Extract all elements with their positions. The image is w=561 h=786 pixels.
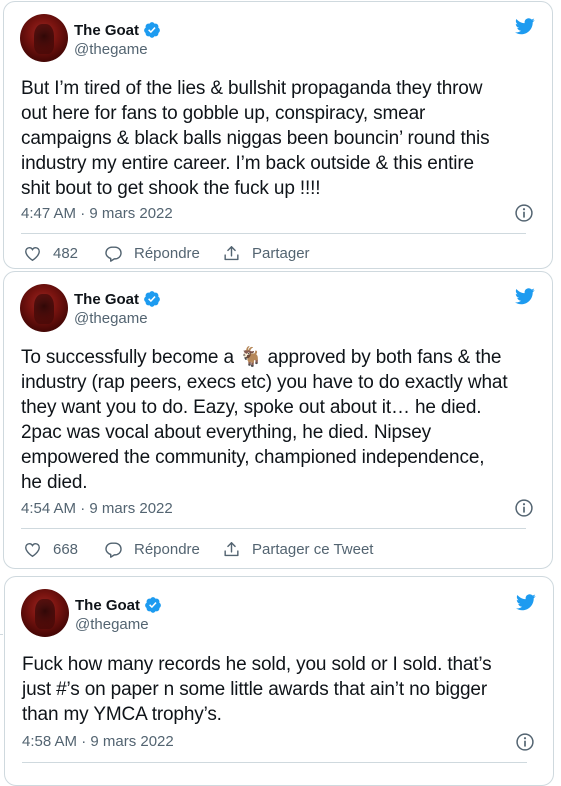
share-label: Partager ce Tweet [252, 541, 374, 558]
info-icon[interactable] [514, 203, 534, 223]
author-name[interactable]: The Goat [74, 21, 161, 39]
author-name-text: The Goat [74, 21, 140, 39]
divider [21, 233, 526, 234]
info-icon[interactable] [514, 498, 534, 518]
avatar[interactable] [20, 284, 68, 332]
reply-label: Répondre [134, 245, 200, 262]
edge-line [0, 634, 3, 635]
heart-icon [25, 247, 40, 262]
heart-icon [25, 543, 40, 558]
like-button[interactable]: 668 [23, 540, 78, 559]
like-count: 668 [53, 541, 79, 558]
reply-label: Répondre [134, 541, 200, 558]
author-name[interactable]: The Goat [74, 290, 161, 308]
verified-badge-icon [144, 291, 160, 307]
author-name[interactable]: The Goat [75, 596, 162, 614]
tweet-text-part: approved by both fans & the industry (ra… [21, 347, 508, 493]
tweet-timestamp[interactable]: 4:58 AM · 9 mars 2022 [22, 733, 174, 750]
author-name-text: The Goat [74, 290, 140, 308]
twitter-bird-icon[interactable] [513, 286, 537, 306]
goat-emoji: 🐐 [239, 347, 263, 368]
twitter-bird-icon[interactable] [513, 16, 537, 36]
like-button[interactable]: 482 [23, 244, 78, 263]
share-icon [224, 246, 239, 261]
avatar[interactable] [21, 589, 69, 637]
tweet-text: But I’m tired of the lies & bullshit pro… [21, 78, 490, 199]
author-handle[interactable]: @thegame [74, 41, 148, 58]
like-count: 482 [53, 245, 79, 262]
tweet-text-part: To successfully become a [21, 347, 240, 368]
reply-icon [105, 542, 122, 558]
reply-button[interactable]: Répondre [104, 244, 200, 263]
share-label: Partager [252, 245, 310, 262]
divider [21, 528, 526, 529]
verified-badge-icon [145, 597, 161, 613]
tweet-timestamp[interactable]: 4:47 AM · 9 mars 2022 [21, 205, 173, 222]
reply-button[interactable]: Répondre [104, 540, 200, 559]
tweet-timestamp[interactable]: 4:54 AM · 9 mars 2022 [21, 500, 173, 517]
verified-badge-icon [144, 22, 160, 38]
tweet-card-2[interactable]: The Goat @thegame To successfully become… [3, 271, 553, 569]
tweet-text: To successfully become a 🐐 approved by b… [21, 345, 541, 495]
twitter-bird-icon[interactable] [514, 592, 538, 612]
avatar[interactable] [20, 14, 68, 62]
share-button[interactable]: Partager [222, 244, 310, 263]
author-handle[interactable]: @thegame [74, 310, 148, 327]
author-handle[interactable]: @thegame [75, 616, 149, 633]
reply-icon [105, 246, 122, 262]
tweet-card-3[interactable]: The Goat @thegame Fuck how many records … [4, 576, 554, 786]
share-icon [224, 542, 239, 557]
author-name-text: The Goat [75, 596, 141, 614]
divider [22, 762, 527, 763]
tweet-card-1[interactable]: The Goat @thegame But I’m tired of the l… [3, 1, 553, 269]
tweet-text: Fuck how many records he sold, you sold … [22, 654, 492, 725]
share-button[interactable]: Partager ce Tweet [222, 540, 373, 559]
info-icon[interactable] [515, 732, 535, 752]
